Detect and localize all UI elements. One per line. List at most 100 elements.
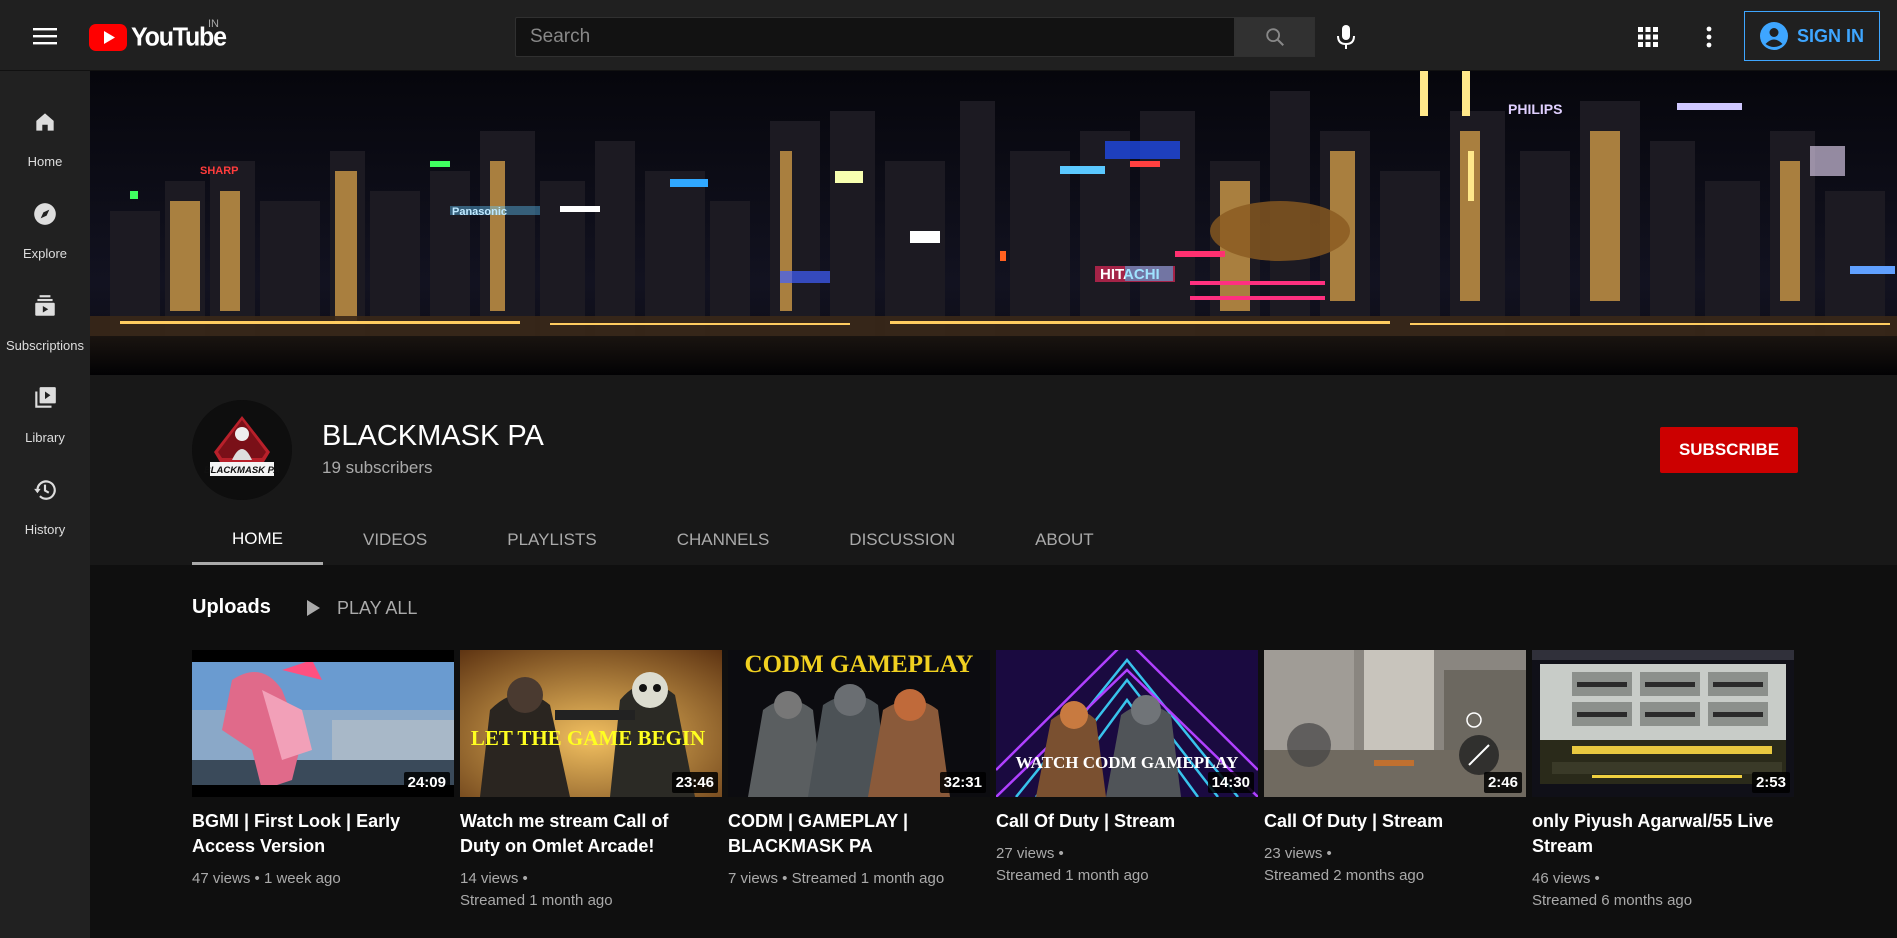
menu-icon[interactable]	[24, 20, 66, 52]
sidebar-item-label: History	[24, 522, 66, 537]
video-date: Streamed 1 month ago	[460, 892, 613, 909]
thumbnail-text: WATCH CODM GAMEPLAY	[1016, 753, 1239, 772]
sidebar-item-subscriptions[interactable]: Subscriptions	[0, 267, 90, 353]
tab-videos[interactable]: VIDEOS	[323, 515, 467, 565]
sidebar: Home Explore Subscriptions Library Histo…	[0, 71, 90, 938]
channel-header: BLACKMASK PA BLACKMASK PA 19 subscribers…	[90, 375, 1897, 565]
video-card[interactable]: LET THE GAME BEGIN 23:46 Watch me stream…	[460, 650, 722, 912]
tab-discussion[interactable]: DISCUSSION	[809, 515, 995, 565]
play-all-button[interactable]: PLAY ALL	[305, 593, 417, 623]
more-vert-icon	[1706, 26, 1712, 48]
banner-sign-panasonic: Panasonic	[452, 206, 507, 218]
video-title[interactable]: only Piyush Agarwal/55 Live Stream	[1532, 809, 1782, 859]
video-meta: 23 views • Streamed 2 months ago	[1264, 843, 1514, 887]
video-date: Streamed 2 months ago	[1264, 867, 1425, 884]
thumbnail-text: LET THE GAME BEGIN	[471, 726, 705, 750]
video-title[interactable]: Call Of Duty | Stream	[996, 809, 1246, 834]
video-date: Streamed 6 months ago	[1532, 892, 1693, 909]
banner-sign-sharp: SHARP	[200, 165, 239, 177]
video-title[interactable]: Watch me stream Call of Duty on Omlet Ar…	[460, 809, 710, 859]
sidebar-item-explore[interactable]: Explore	[0, 175, 90, 261]
history-icon	[34, 480, 56, 500]
microphone-icon	[1337, 25, 1355, 49]
video-duration: 24:09	[403, 772, 450, 793]
apps-grid-icon	[1638, 27, 1658, 47]
settings-more-button[interactable]	[1689, 17, 1729, 57]
video-card[interactable]: 2:46 Call Of Duty | Stream 23 views • St…	[1264, 650, 1526, 912]
sign-in-label: SIGN IN	[1796, 25, 1864, 46]
video-thumbnail[interactable]: 2:53	[1532, 650, 1794, 797]
play-all-label: PLAY ALL	[337, 597, 418, 618]
thumbnail-text: CODM GAMEPLAY	[745, 651, 974, 678]
library-icon	[35, 387, 56, 408]
tab-channels[interactable]: CHANNELS	[637, 515, 810, 565]
video-meta: 14 views • Streamed 1 month ago	[460, 868, 710, 912]
channel-name: BLACKMASK PA	[322, 420, 544, 452]
subscribe-button[interactable]: SUBSCRIBE	[1660, 427, 1798, 473]
video-thumbnail[interactable]: CODM GAMEPLAY 32:31	[728, 650, 990, 797]
apps-button[interactable]	[1628, 17, 1668, 57]
video-card[interactable]: CODM GAMEPLAY 32:31 CODM | GAMEPLAY | BL…	[728, 650, 990, 912]
video-views: 23 views •	[1264, 845, 1332, 862]
sidebar-item-home[interactable]: Home	[0, 83, 90, 169]
video-card[interactable]: WATCH CODM GAMEPLAY 14:30 Call Of Duty |…	[996, 650, 1258, 912]
avatar-logo-text: BLACKMASK PA	[204, 465, 280, 476]
video-duration: 23:46	[671, 772, 718, 793]
channel-avatar[interactable]: BLACKMASK PA	[192, 400, 292, 500]
video-views: 14 views •	[460, 870, 528, 887]
subscriptions-icon	[35, 295, 55, 316]
account-circle-icon	[1759, 22, 1788, 50]
tab-home[interactable]: HOME	[192, 515, 323, 565]
video-card[interactable]: 2:53 only Piyush Agarwal/55 Live Stream …	[1532, 650, 1794, 912]
video-duration: 32:31	[939, 772, 986, 793]
channel-tabs: HOME VIDEOS PLAYLISTS CHANNELS DISCUSSIO…	[192, 515, 1214, 565]
video-duration: 2:46	[1483, 772, 1522, 793]
video-duration: 2:53	[1751, 772, 1790, 793]
video-thumbnail[interactable]: WATCH CODM GAMEPLAY 14:30	[996, 650, 1258, 797]
region-code: IN	[208, 18, 219, 30]
channel-banner: SHARP Panasonic HITACHI PHILIPS	[90, 71, 1897, 375]
video-shelf: 24:09 BGMI | First Look | Early Access V…	[192, 650, 1794, 912]
search-icon	[1266, 28, 1284, 46]
home-icon	[36, 113, 54, 131]
youtube-logo[interactable]: YouTube	[89, 22, 227, 52]
play-icon	[307, 600, 320, 616]
video-duration: 14:30	[1207, 772, 1254, 793]
sidebar-item-history[interactable]: History	[0, 451, 90, 537]
sign-in-button[interactable]: SIGN IN	[1744, 11, 1880, 61]
video-thumbnail[interactable]: 2:46	[1264, 650, 1526, 797]
channel-search-button[interactable]	[1134, 515, 1214, 565]
tab-about[interactable]: ABOUT	[995, 515, 1134, 565]
sidebar-item-library[interactable]: Library	[0, 359, 90, 445]
video-title[interactable]: BGMI | First Look | Early Access Version	[192, 809, 442, 859]
shelf-title[interactable]: Uploads	[192, 596, 271, 619]
video-views: 27 views •	[996, 845, 1064, 862]
search-button[interactable]	[1235, 17, 1315, 57]
video-views-date: 47 views • 1 week ago	[192, 870, 341, 887]
video-card[interactable]: 24:09 BGMI | First Look | Early Access V…	[192, 650, 454, 912]
sidebar-item-label: Explore	[22, 246, 68, 261]
video-views-date: 7 views • Streamed 1 month ago	[728, 870, 945, 887]
subscriber-count: 19 subscribers	[322, 458, 433, 477]
banner-sign-philips: PHILIPS	[1508, 101, 1562, 117]
video-meta: 46 views • Streamed 6 months ago	[1532, 868, 1782, 912]
video-thumbnail[interactable]: 24:09	[192, 650, 454, 797]
sidebar-item-label: Library	[25, 430, 65, 445]
sidebar-item-label: Subscriptions	[5, 338, 85, 353]
voice-search-button[interactable]	[1326, 17, 1366, 57]
video-views: 46 views •	[1532, 870, 1600, 887]
search-box[interactable]	[515, 17, 1235, 57]
compass-icon	[34, 203, 56, 225]
channel-content: Uploads PLAY ALL 24:09 BGMI | First Look…	[90, 565, 1897, 938]
tab-playlists[interactable]: PLAYLISTS	[467, 515, 636, 565]
top-bar: YouTube IN SIGN IN	[0, 0, 1897, 71]
video-date: Streamed 1 month ago	[996, 867, 1149, 884]
video-meta: 7 views • Streamed 1 month ago	[728, 868, 978, 890]
sidebar-item-label: Home	[27, 154, 63, 169]
video-thumbnail[interactable]: LET THE GAME BEGIN 23:46	[460, 650, 722, 797]
video-title[interactable]: CODM | GAMEPLAY | BLACKMASK PA	[728, 809, 978, 859]
youtube-play-icon	[89, 23, 127, 51]
search-input[interactable]	[530, 26, 1234, 48]
video-meta: 47 views • 1 week ago	[192, 868, 442, 890]
video-title[interactable]: Call Of Duty | Stream	[1264, 809, 1514, 834]
